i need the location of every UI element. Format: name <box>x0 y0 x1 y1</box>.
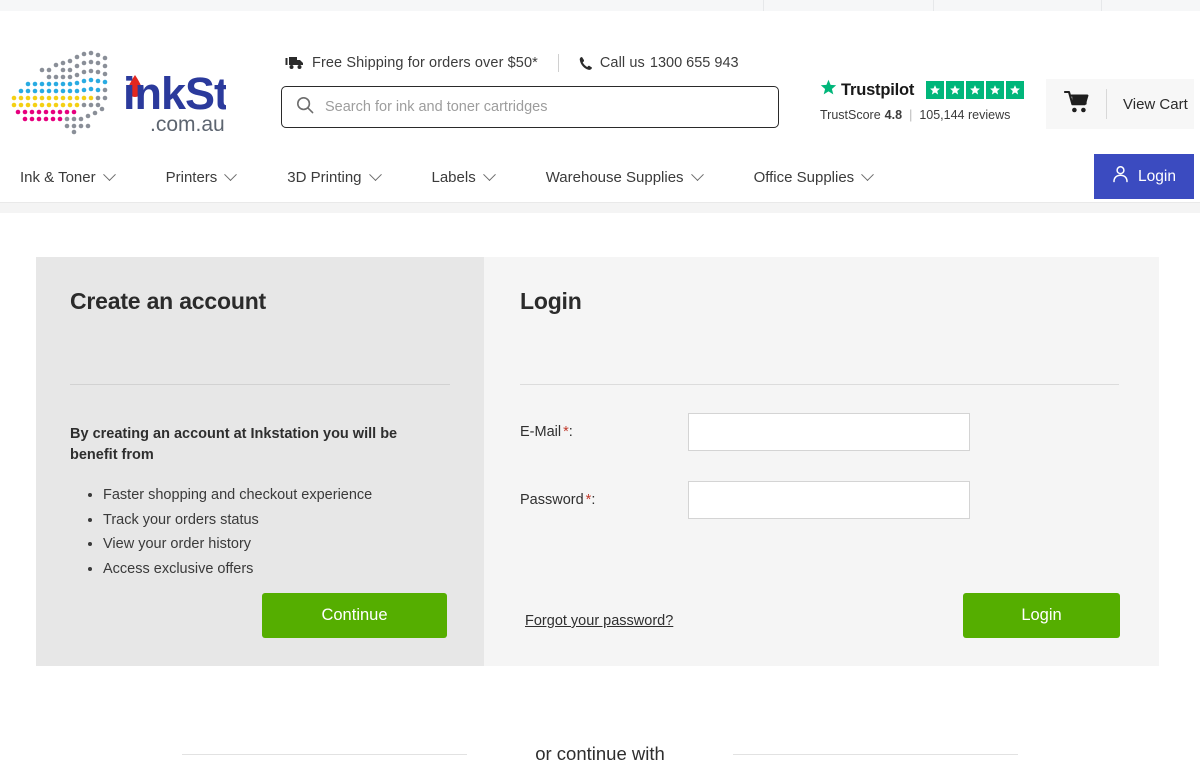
main-content: Create an account By creating an account… <box>0 213 1200 765</box>
create-account-panel: Create an account By creating an account… <box>36 257 484 666</box>
create-account-subtitle: By creating an account at Inkstation you… <box>70 426 398 463</box>
label-colon: : <box>591 492 596 508</box>
chevron-down-icon <box>482 167 496 181</box>
nav-item-3d-printing[interactable]: 3D Printing <box>287 167 382 186</box>
email-input[interactable] <box>688 413 970 451</box>
search-input[interactable] <box>325 99 745 115</box>
email-label-text: E-Mail <box>520 424 562 440</box>
view-cart-button[interactable]: View Cart <box>1046 79 1194 129</box>
nav-item-labels[interactable]: Labels <box>431 167 496 186</box>
nav-label: Office Supplies <box>753 168 855 186</box>
trustpilot-star-filled <box>946 81 965 99</box>
header-divider <box>557 54 559 72</box>
email-field-label: E-Mail *: <box>520 424 688 440</box>
trustscore-label: TrustScore <box>820 108 881 122</box>
nav-under-band <box>0 203 1200 213</box>
top-strip-segment <box>764 0 934 11</box>
login-panel: Login E-Mail *: Password *: Forgot your pa… <box>484 257 1159 666</box>
password-label-text: Password <box>520 492 584 508</box>
or-continue-with-text: or continue with <box>535 743 665 764</box>
chevron-down-icon <box>102 167 116 181</box>
password-field-label: Password *: <box>520 492 688 508</box>
cart-divider <box>1106 89 1107 119</box>
create-account-benefits-list: Faster shopping and checkout experience … <box>88 483 372 581</box>
trustpilot-widget[interactable]: Trustpilot TrustScore 4.8 | 105,144 revi… <box>820 79 1025 122</box>
top-strip-segment <box>934 0 1102 11</box>
divider-line-right <box>732 753 1018 755</box>
main-navigation: Ink & Toner Printers 3D Printing Labels … <box>0 151 1200 203</box>
trustpilot-divider: | <box>909 108 913 122</box>
divider-line-left <box>182 753 468 755</box>
trustpilot-star-rating <box>926 81 1025 99</box>
inkstation-logo[interactable]: inkStation .com.au <box>4 39 226 135</box>
svg-text:inkStation: inkStation <box>123 68 226 119</box>
phone-number: 1300 655 943 <box>649 55 739 71</box>
free-shipping-text: Free Shipping for orders over $50* <box>312 55 538 71</box>
user-icon <box>1112 165 1129 188</box>
or-continue-with-section: or continue with <box>0 730 1200 778</box>
top-strip-spacer <box>0 0 649 11</box>
chevron-down-icon <box>224 167 238 181</box>
nav-item-list: Ink & Toner Printers 3D Printing Labels … <box>20 151 875 203</box>
trustpilot-name: Trustpilot <box>841 80 915 99</box>
header-info-row: Free Shipping for orders over $50* Call … <box>285 54 739 72</box>
nav-label: Ink & Toner <box>20 168 96 186</box>
trustpilot-star-filled <box>926 81 945 99</box>
nav-item-printers[interactable]: Printers <box>165 167 238 186</box>
shopping-cart-icon <box>1063 90 1090 119</box>
login-panel-divider <box>520 384 1119 385</box>
chevron-down-icon <box>861 167 875 181</box>
trustpilot-star-icon <box>820 79 837 101</box>
chevron-down-icon <box>368 167 382 181</box>
search-icon <box>296 96 314 119</box>
label-colon: : <box>568 424 573 440</box>
create-account-title: Create an account <box>70 288 266 314</box>
nav-item-ink-and-toner[interactable]: Ink & Toner <box>20 167 116 186</box>
header-login-label: Login <box>1138 167 1176 185</box>
password-input[interactable] <box>688 481 970 519</box>
benefit-item: View your order history <box>103 532 372 557</box>
top-strip-segment <box>649 0 764 11</box>
trustpilot-star-filled <box>1006 81 1025 99</box>
benefit-item: Faster shopping and checkout experience <box>103 483 372 508</box>
nav-item-warehouse-supplies[interactable]: Warehouse Supplies <box>545 167 704 186</box>
nav-label: Warehouse Supplies <box>545 168 684 186</box>
svg-text:.com.au: .com.au <box>150 113 225 135</box>
trustpilot-score-row: TrustScore 4.8 | 105,144 reviews <box>820 108 1020 122</box>
trustpilot-star-filled <box>966 81 985 99</box>
forgot-password-link[interactable]: Forgot your password? <box>525 613 673 629</box>
browser-top-strip <box>0 0 1200 11</box>
search-bar[interactable] <box>281 86 779 128</box>
site-header: inkStation .com.au Free Shipping for ord… <box>0 11 1200 151</box>
trustscore-value: 4.8 <box>884 108 903 122</box>
benefit-item: Track your orders status <box>103 508 372 533</box>
trustpilot-star-filled <box>986 81 1005 99</box>
truck-icon <box>285 56 304 70</box>
nav-label: 3D Printing <box>287 168 362 186</box>
chevron-down-icon <box>690 167 704 181</box>
login-panel-title: Login <box>520 288 582 314</box>
call-us-label: Call us <box>599 55 645 71</box>
phone-icon <box>579 56 593 71</box>
trustpilot-brand-row: Trustpilot <box>820 79 1025 101</box>
nav-label: Labels <box>431 168 476 186</box>
trustpilot-review-count: 105,144 reviews <box>919 108 1011 122</box>
email-field-row: E-Mail *: <box>520 413 1130 451</box>
view-cart-label: View Cart <box>1123 95 1188 113</box>
password-field-row: Password *: <box>520 481 1130 519</box>
create-account-divider <box>70 384 450 385</box>
top-strip-segment <box>1102 0 1200 11</box>
continue-button[interactable]: Continue <box>262 593 447 638</box>
nav-label: Printers <box>165 168 218 186</box>
login-submit-button[interactable]: Login <box>963 593 1120 638</box>
benefit-item: Access exclusive offers <box>103 557 372 582</box>
header-login-button[interactable]: Login <box>1094 154 1194 199</box>
nav-item-office-supplies[interactable]: Office Supplies <box>753 167 875 186</box>
